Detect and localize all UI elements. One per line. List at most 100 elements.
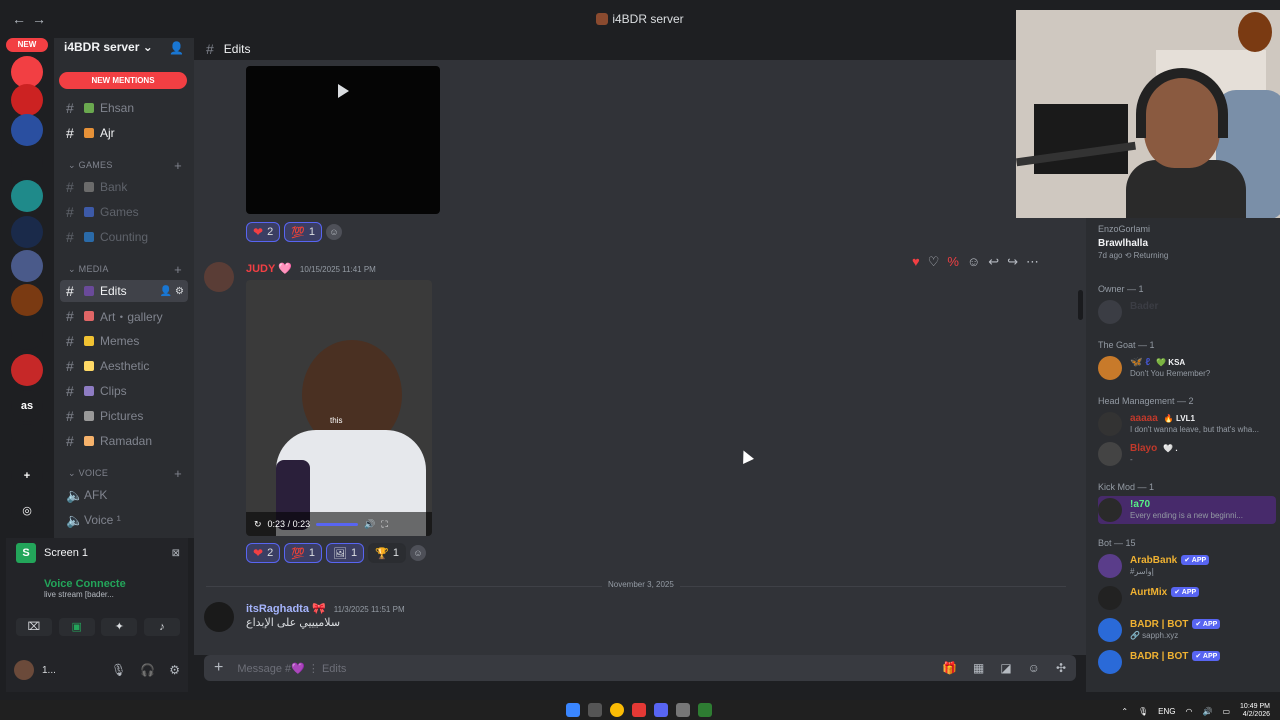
windows-start-icon[interactable] <box>566 703 580 717</box>
gear-icon[interactable]: ⚙ <box>169 663 180 677</box>
server-icon-8[interactable] <box>11 318 43 350</box>
mic-tray-icon[interactable]: 🎙 <box>1138 707 1148 716</box>
close-icon[interactable]: ⊠ <box>172 548 180 559</box>
composer-placeholder[interactable]: Message #💜 ⋮ Edits <box>237 662 346 675</box>
new-mentions-button[interactable]: NEW MENTIONS <box>59 72 187 89</box>
category-header[interactable]: ⌄ GAMES + <box>68 158 182 173</box>
member-item[interactable]: Bader <box>1098 298 1276 326</box>
wifi-icon[interactable]: ◠ <box>1186 707 1193 716</box>
server-icon-10[interactable]: as <box>11 390 43 422</box>
channel-memes[interactable]: # Memes <box>60 330 188 352</box>
member-item[interactable]: BADR | BOT ✔ APP <box>1098 648 1276 676</box>
server-icon-3[interactable] <box>11 146 43 178</box>
video-attachment[interactable] <box>246 66 440 214</box>
chrome-icon[interactable] <box>610 703 624 717</box>
server-icon-13[interactable]: ◎ <box>11 494 43 526</box>
heart-reaction-icon[interactable]: ♥ <box>912 254 920 270</box>
server-icon-7[interactable] <box>11 284 43 316</box>
add-reaction-icon[interactable]: ☺ <box>326 224 343 240</box>
headphones-icon[interactable]: 🎧 <box>140 663 155 677</box>
member-item[interactable]: BADR | BOT ✔ APP 🔗 sapph.xyz <box>1098 616 1276 644</box>
server-icon-9[interactable] <box>11 354 43 386</box>
server-icon-4[interactable] <box>11 180 43 212</box>
play-icon[interactable] <box>338 84 349 98</box>
replay-icon[interactable]: ↻ <box>254 519 262 530</box>
app-icon[interactable] <box>632 703 646 717</box>
reaction-chip[interactable]: 🖼 1 <box>326 543 365 563</box>
channel-ajr[interactable]: # Ajr <box>60 122 188 144</box>
channel-games[interactable]: # Games <box>60 201 188 223</box>
server-header[interactable]: i4BDR server ⌄ 👤 <box>54 38 194 60</box>
new-pill[interactable]: NEW <box>6 38 48 52</box>
channel-ehsan[interactable]: # Ehsan <box>60 97 188 119</box>
avatar[interactable] <box>204 602 234 632</box>
discord-icon[interactable] <box>654 703 668 717</box>
member-item[interactable]: aaaaa 🔥 LVL1 I don't wanna leave, but that… <box>1098 410 1276 438</box>
clock[interactable]: 10:49 PM 4/2/2026 <box>1240 703 1270 719</box>
reaction-chip[interactable]: 💯 1 <box>284 222 323 242</box>
language-indicator[interactable]: ENG <box>1158 707 1175 716</box>
reaction-chip[interactable]: ❤ 2 <box>246 222 281 242</box>
message-list[interactable]: ❤ 2 💯 1 ☺ JUDY 🩷 10/15/2025 11:41 PM ♥ ♡ % ☺ … <box>194 60 1086 655</box>
voice-status[interactable]: Voice Connecte live stream [bader... <box>16 578 186 599</box>
add-member-icon[interactable]: 👤 <box>169 41 184 55</box>
search-icon[interactable] <box>588 703 602 717</box>
channel-aesthetic[interactable]: # Aesthetic <box>60 355 188 377</box>
reaction-chip[interactable]: ❤ 2 <box>246 543 281 563</box>
channel-afk[interactable]: 🔈 AFK <box>60 484 188 506</box>
battery-icon[interactable]: ▭ <box>1222 707 1230 716</box>
channel-settings-icon[interactable]: 👤 ⚙ <box>160 286 184 297</box>
server-icon-6[interactable] <box>11 250 43 282</box>
settings-icon[interactable] <box>676 703 690 717</box>
category-header[interactable]: ⌄ VOICE + <box>68 466 182 481</box>
server-icon-5[interactable] <box>11 216 43 248</box>
volume-icon[interactable]: 🔊 <box>364 519 375 530</box>
add-channel-icon[interactable]: + <box>174 466 182 481</box>
activity-card[interactable]: EnzoGorlami Brawlhalla 7d ago ⟲ Returnin… <box>1098 224 1276 260</box>
fullscreen-icon[interactable]: ⛶ <box>381 519 387 530</box>
volume-tray-icon[interactable]: 🔊 <box>1203 707 1213 716</box>
server-icon-1[interactable] <box>11 84 43 116</box>
soundboard-button[interactable]: ♪ <box>143 618 180 636</box>
reaction-chip[interactable]: 🏆 1 <box>368 543 406 563</box>
reply-icon[interactable]: ↩ <box>988 254 999 270</box>
server-icon-11[interactable] <box>11 424 43 456</box>
share-screen-button[interactable]: ▣ <box>58 618 95 636</box>
channel-edits[interactable]: # Edits 👤 ⚙ <box>60 280 188 302</box>
channel-bank[interactable]: # Bank <box>60 176 188 198</box>
forward-icon[interactable]: ↪ <box>1007 254 1018 270</box>
mic-icon[interactable]: 🎙 <box>111 663 126 677</box>
emoji-icon[interactable]: ☺ <box>1028 661 1040 675</box>
member-item[interactable]: !a70 Every ending is a new beginni... <box>1098 496 1276 524</box>
hundred-icon[interactable]: % <box>947 254 959 270</box>
avatar[interactable] <box>204 262 234 292</box>
progress-bar[interactable] <box>316 522 359 526</box>
message-author[interactable]: itsRaghadta 🎀 11/3/2025 11:51 PM <box>246 602 405 615</box>
member-item[interactable]: AurtMix ✔ APP <box>1098 584 1276 612</box>
channel-ramadan[interactable]: # Ramadan <box>60 430 188 452</box>
activities-button[interactable]: ✦ <box>101 618 138 636</box>
add-reaction-icon[interactable]: ☺ <box>967 254 980 270</box>
server-icon-12[interactable]: + <box>11 460 43 492</box>
message-author[interactable]: JUDY 🩷 10/15/2025 11:41 PM <box>246 262 376 275</box>
gift-icon[interactable]: 🎁 <box>942 661 957 675</box>
apps-icon[interactable]: ✣ <box>1056 661 1066 675</box>
channel-clips[interactable]: # Clips <box>60 380 188 402</box>
channel-pictures[interactable]: # Pictures <box>60 405 188 427</box>
channel-art-gallery[interactable]: # Art・gallery <box>60 305 188 327</box>
channel-counting[interactable]: # Counting <box>60 226 188 248</box>
message-composer[interactable]: + Message #💜 ⋮ Edits 🎁 ▦ ◪ ☺ ✣ <box>204 655 1076 681</box>
screen-share-row[interactable]: S Screen 1 ⊠ <box>16 542 180 564</box>
server-icon-2[interactable] <box>11 114 43 146</box>
gif-icon[interactable]: ▦ <box>973 661 984 675</box>
sticker-icon[interactable]: ◪ <box>1000 661 1011 675</box>
channel-voice-[interactable]: 🔈 Voice ¹ <box>60 509 188 531</box>
reaction-chip[interactable]: 💯 1 <box>284 543 323 563</box>
camera-off-button[interactable]: ⌧ <box>16 618 52 636</box>
current-user[interactable]: 1... 🎙 🎧 ⚙ <box>14 656 180 684</box>
member-item[interactable]: ArabBank ✔ APP #إواسر <box>1098 552 1276 580</box>
app-icon-2[interactable] <box>698 703 712 717</box>
video-player[interactable]: this ↻ 0:23 / 0:23 🔊 ⛶ <box>246 280 432 536</box>
member-item[interactable]: 🦋 ℓ 💚 KSA Don't You Remember? <box>1098 354 1276 382</box>
member-item[interactable]: Blayo 🤍 .- <box>1098 440 1276 468</box>
